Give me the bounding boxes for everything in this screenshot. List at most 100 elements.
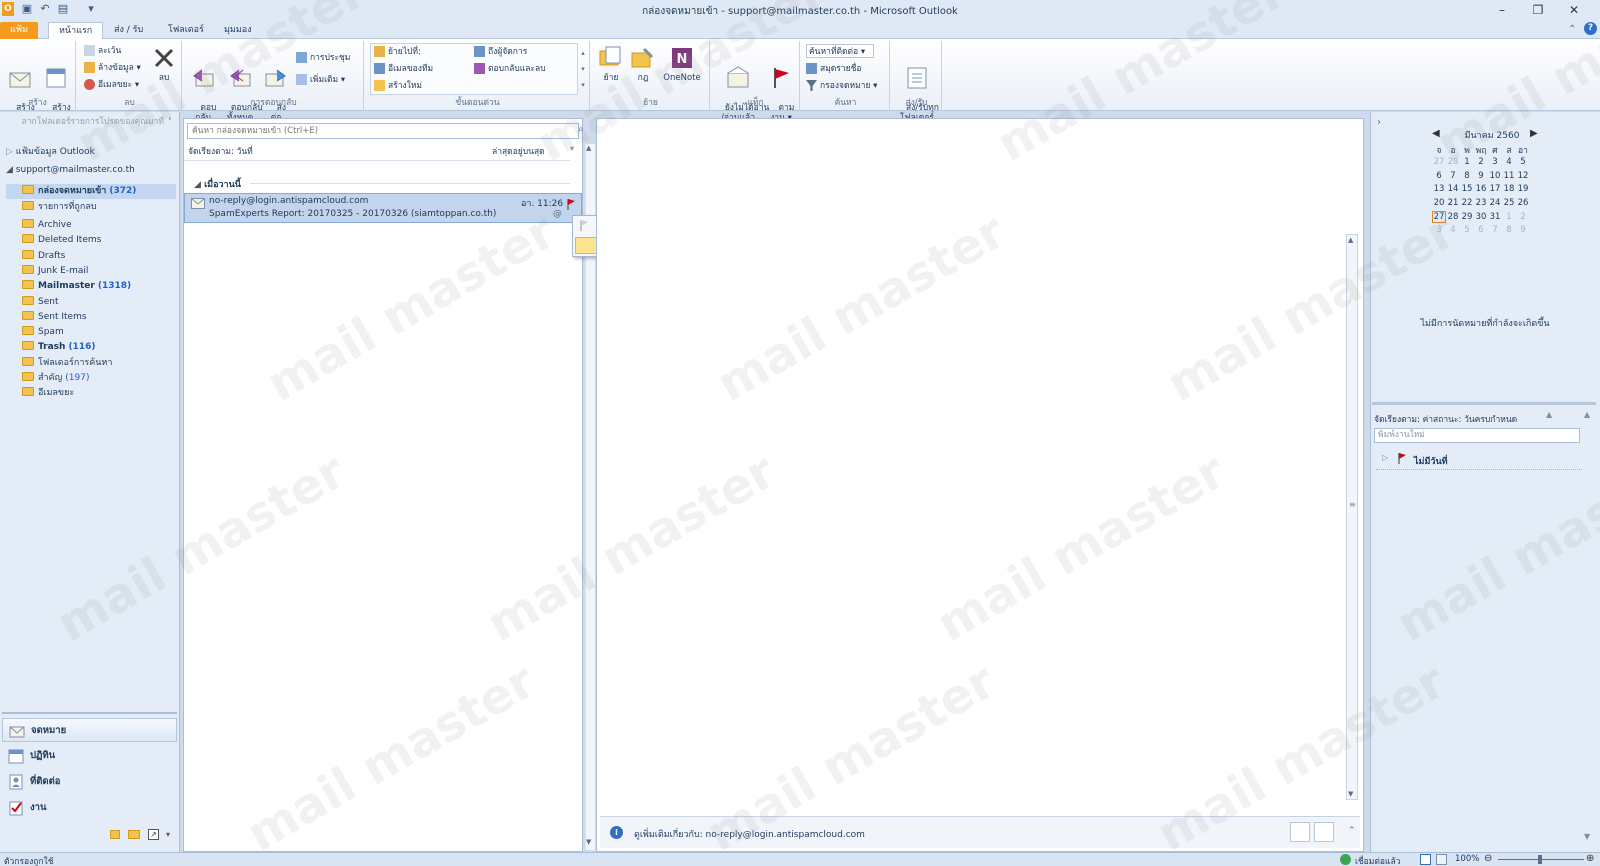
junk-button[interactable]: อีเมลขยะ ▾ <box>84 78 139 92</box>
todo-splitter[interactable] <box>1372 402 1596 405</box>
calendar-day[interactable]: 1 <box>1460 157 1474 167</box>
find-contact-box[interactable]: ค้นหาที่ติดต่อ ▾ <box>806 44 874 58</box>
folder-item[interactable]: Sent Items <box>6 310 90 325</box>
group-header-yesterday[interactable]: ◢ เมื่อวานนี้ <box>194 177 241 191</box>
expand-people-pane-icon[interactable]: ⌃ <box>1348 826 1356 836</box>
nav-contacts[interactable]: ที่ติดต่อ <box>2 770 177 794</box>
nav-account[interactable]: ◢ support@mailmaster.co.th <box>6 163 135 178</box>
person-photo-2-icon[interactable] <box>1314 822 1334 842</box>
more-respond-button[interactable]: เพิ่มเติม ▾ <box>296 73 345 87</box>
folder-item[interactable]: โฟลเดอร์การค้นหา <box>6 356 115 371</box>
calendar-day[interactable]: 9 <box>1516 225 1530 235</box>
to-manager-button[interactable]: ถึงผู้จัดการ <box>474 45 527 59</box>
calendar-day[interactable]: 6 <box>1432 171 1446 181</box>
folder-item[interactable]: Junk E-mail <box>6 264 91 279</box>
calendar-day[interactable]: 28 <box>1446 212 1460 222</box>
calendar-day[interactable]: 21 <box>1446 198 1460 208</box>
calendar-day[interactable]: 22 <box>1460 198 1474 208</box>
move-button[interactable]: ย้าย <box>596 45 626 83</box>
calendar-day[interactable]: 27 <box>1432 211 1446 223</box>
folder-item[interactable]: อีเมลขยะ <box>6 386 77 401</box>
folder-item[interactable]: Mailmaster (1318) <box>6 279 131 294</box>
close-button[interactable]: ✕ <box>1556 0 1592 20</box>
folder-item[interactable]: Trash (116) <box>6 340 95 355</box>
help-icon[interactable]: ? <box>1584 22 1597 35</box>
zoom-level[interactable]: 100% <box>1455 854 1479 864</box>
calendar-day[interactable]: 6 <box>1474 225 1488 235</box>
move-to-button[interactable]: ย้ายไปที่: <box>374 45 421 59</box>
search-icon[interactable]: ⌕ <box>578 124 584 135</box>
collapse-nav-icon[interactable]: ‹ <box>168 114 172 124</box>
task-arrange-by[interactable]: จัดเรียงตาม: ค่าสถานะ: วันครบกำหนด <box>1374 412 1517 426</box>
create-new-quick-step-button[interactable]: สร้างใหม่ <box>374 79 422 93</box>
reply-delete-button[interactable]: ตอบกลับและลบ <box>474 62 546 76</box>
clean-up-button[interactable]: ล้างข้อมูล ▾ <box>84 61 141 75</box>
calendar-day[interactable]: 16 <box>1474 184 1488 194</box>
sort-dropdown-icon[interactable]: ▾ <box>570 144 574 153</box>
save-icon[interactable]: ▣ <box>20 2 34 16</box>
folder-item[interactable]: Spam <box>6 325 67 340</box>
calendar-day[interactable]: 2 <box>1516 212 1530 222</box>
task-group-expand-icon[interactable]: ▷ <box>1382 453 1388 462</box>
calendar-day[interactable]: 29 <box>1460 212 1474 222</box>
restore-button[interactable]: ❐ <box>1520 0 1556 20</box>
rules-button[interactable]: กฎ <box>628 45 658 83</box>
collapse-ribbon-icon[interactable]: ⌃ <box>1568 24 1576 35</box>
calendar-day[interactable]: 10 <box>1488 171 1502 181</box>
reading-pane-scrollbar[interactable] <box>1346 234 1358 800</box>
shortcuts-icon[interactable]: ↗ <box>148 829 159 840</box>
task-scroll-down-icon[interactable]: ▼ <box>1584 832 1590 841</box>
nav-outlook-data-file[interactable]: ▷ แฟ้มข้อมูล Outlook <box>6 145 95 160</box>
calendar-day[interactable]: 31 <box>1488 212 1502 222</box>
undo-icon[interactable]: ↶ <box>38 2 52 16</box>
calendar-day[interactable]: 23 <box>1474 198 1488 208</box>
nav-mail[interactable]: จดหมาย <box>2 718 177 742</box>
calendar-day[interactable]: 12 <box>1516 171 1530 181</box>
calendar-day[interactable]: 27 <box>1432 157 1446 167</box>
calendar-day[interactable]: 30 <box>1474 212 1488 222</box>
calendar-day[interactable]: 24 <box>1488 198 1502 208</box>
customize-toolbar-icon[interactable]: ▾ <box>84 2 98 16</box>
arrange-by-header[interactable]: จัดเรียงตาม: วันที่ <box>188 144 253 158</box>
team-email-button[interactable]: อีเมลของทีม <box>374 62 433 76</box>
calendar-day[interactable]: 18 <box>1502 184 1516 194</box>
sort-order-header[interactable]: ล่าสุดอยู่บนสุด <box>492 144 545 158</box>
folder-item[interactable]: Archive <box>6 218 75 233</box>
person-photo-icon[interactable] <box>1290 822 1310 842</box>
zoom-out-icon[interactable]: ⊖ <box>1484 853 1492 864</box>
normal-view-icon[interactable] <box>1420 854 1431 865</box>
notes-icon[interactable] <box>110 830 120 839</box>
new-task-input[interactable]: พิมพ์งานใหม่ <box>1374 428 1580 443</box>
tab-home[interactable]: หน้าแรก <box>48 22 104 40</box>
calendar-day[interactable]: 15 <box>1460 184 1474 194</box>
folder-item[interactable]: Sent <box>6 295 61 310</box>
calendar-day[interactable]: 4 <box>1446 225 1460 235</box>
search-input[interactable]: ค้นหา กล่องจดหมายเข้า (Ctrl+E) <box>187 123 579 139</box>
calendar-day[interactable]: 14 <box>1446 184 1460 194</box>
quick-steps-scroll[interactable]: ▴ ▾ ▾ <box>578 45 588 95</box>
folder-item[interactable]: รายการที่ถูกลบ <box>6 200 100 215</box>
filter-email-button[interactable]: กรองจดหมาย ▾ <box>806 79 877 93</box>
calendar-day[interactable]: 26 <box>1516 198 1530 208</box>
tab-file[interactable]: แฟ้ม <box>0 22 39 39</box>
configure-buttons-icon[interactable]: ▾ <box>166 830 170 839</box>
scroll-up-icon[interactable]: ▲ <box>586 144 591 152</box>
zoom-in-icon[interactable]: ⊕ <box>1586 853 1594 864</box>
calendar-day[interactable]: 5 <box>1516 157 1530 167</box>
calendar-day[interactable]: 8 <box>1502 225 1516 235</box>
minimize-button[interactable]: – <box>1484 0 1520 20</box>
calendar-day[interactable]: 13 <box>1432 184 1446 194</box>
tab-send-receive[interactable]: ส่ง / รับ <box>104 22 153 39</box>
reading-view-icon[interactable] <box>1436 854 1447 865</box>
minimize-todo-bar-icon[interactable]: › <box>1377 117 1381 128</box>
calendar-day[interactable]: 7 <box>1446 171 1460 181</box>
nav-calendar[interactable]: ปฏิทิน <box>2 744 177 768</box>
print-icon[interactable]: ▤ <box>56 2 70 16</box>
calendar-day[interactable]: 9 <box>1474 171 1488 181</box>
delete-button[interactable]: ลบ <box>150 45 178 83</box>
task-scroll-up-icon[interactable]: ▲ <box>1584 410 1590 419</box>
address-book-button[interactable]: สมุดรายชื่อ <box>806 62 862 76</box>
calendar-day[interactable]: 25 <box>1502 198 1516 208</box>
tab-folder[interactable]: โฟลเดอร์ <box>158 22 214 39</box>
onenote-button[interactable]: N OneNote <box>660 45 704 83</box>
